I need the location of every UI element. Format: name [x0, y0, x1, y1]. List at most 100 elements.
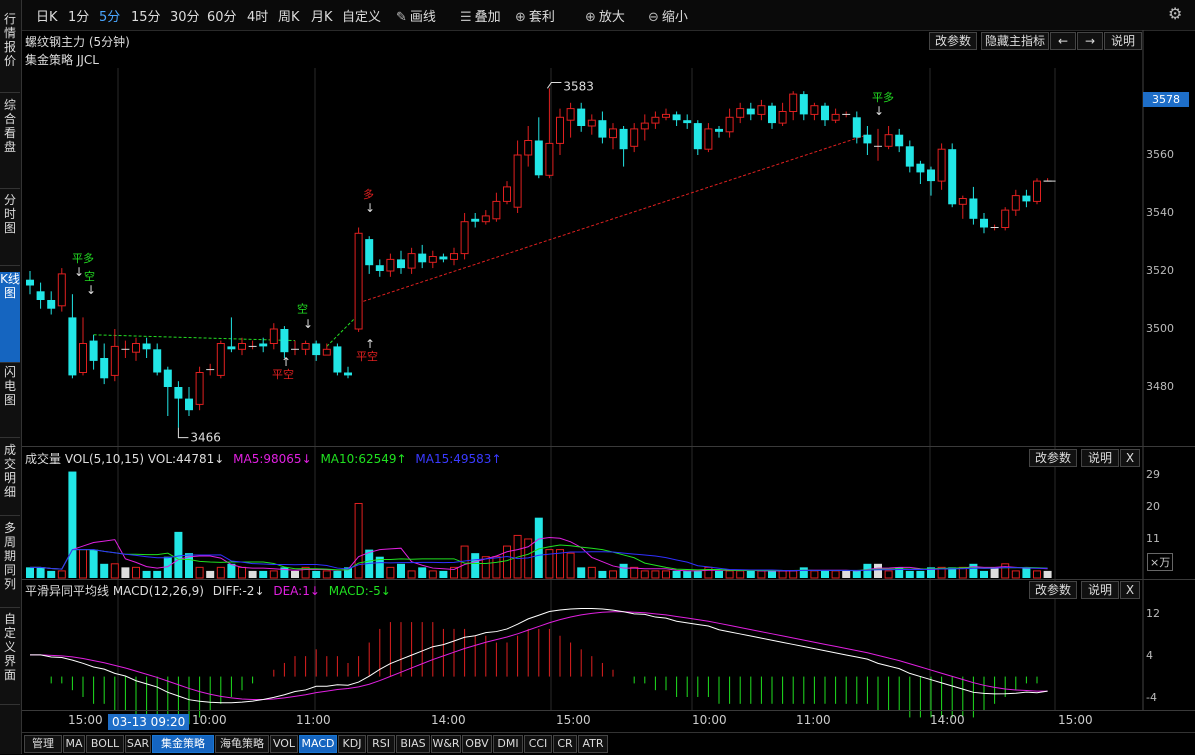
volume-bar	[821, 570, 829, 578]
volume-bar	[26, 567, 34, 578]
indicator-tab-12[interactable]: OBV	[462, 735, 492, 753]
volume-bar	[990, 567, 999, 578]
candle-up	[725, 116, 734, 133]
signal-label: 平空	[356, 349, 378, 363]
candle-up	[460, 221, 469, 255]
price-tick: 3540	[1146, 206, 1174, 219]
volume-bar	[1001, 563, 1010, 579]
indicator-tab-13[interactable]: DMI	[493, 735, 523, 753]
close-icon[interactable]: X	[1120, 581, 1140, 599]
cursor-time: 03-13 09:20	[108, 714, 190, 730]
candle-down	[47, 300, 56, 309]
time-tick: 10:00	[692, 713, 727, 727]
volume-bar	[142, 570, 151, 578]
indicator-tab-14[interactable]: CCI	[524, 735, 552, 753]
indicator-tab-4[interactable]: 集金策略	[152, 735, 214, 753]
volume-bar	[1033, 570, 1041, 579]
candle-up	[450, 253, 458, 260]
volume-bar	[1043, 570, 1052, 578]
volume-bar	[407, 570, 416, 579]
candle-down	[746, 108, 755, 115]
indicator-tab-10[interactable]: BIAS	[396, 735, 430, 753]
candle-down	[344, 372, 352, 376]
volume-bar	[874, 563, 882, 578]
price-tick: 3560	[1146, 148, 1174, 161]
candle-up	[789, 93, 798, 112]
volume-bar	[609, 570, 617, 579]
signal-arrow: ↓	[74, 265, 84, 279]
volume-bar	[757, 570, 766, 579]
candle-up	[132, 343, 140, 353]
volume-bar	[195, 566, 204, 579]
candle-up	[195, 372, 204, 405]
candle-up	[1033, 180, 1041, 202]
chart-area[interactable]: 35833466平多↓ 空↓空↓↑平空多↓↑平空平多↓	[0, 0, 1195, 754]
candle-up	[269, 328, 278, 344]
candle-up	[513, 154, 522, 208]
change-params-button[interactable]: 改参数	[1029, 449, 1077, 467]
indicator-tab-11[interactable]: W&R	[431, 735, 461, 753]
indicator-tab-8[interactable]: KDJ	[338, 735, 366, 753]
candle-up	[609, 128, 617, 139]
divider	[22, 710, 1195, 711]
indicator-tab-3[interactable]: SAR	[125, 735, 151, 753]
candle-up	[662, 113, 670, 118]
macd-value: MACD:-5↓	[328, 584, 391, 598]
candle-up	[79, 343, 87, 373]
candle-up	[216, 343, 225, 376]
candle-up	[354, 232, 363, 330]
time-tick: 14:00	[431, 713, 466, 727]
indicator-tab-6[interactable]: VOL	[270, 735, 298, 753]
candle-up	[322, 348, 331, 356]
change-params-button[interactable]: 改参数	[1029, 581, 1077, 599]
indicator-tab-5[interactable]: 海龟策略	[215, 735, 269, 753]
candle-down	[365, 239, 374, 266]
indicator-tab-0[interactable]: 管理	[24, 735, 62, 753]
indicator-tab-7[interactable]: MACD	[299, 735, 337, 753]
candle-down	[312, 343, 321, 356]
time-tick: 15:00	[68, 713, 103, 727]
volume-bar	[89, 549, 98, 578]
candle-up	[651, 116, 660, 124]
candle-down	[598, 120, 607, 138]
candle-up	[704, 128, 713, 150]
candle-up	[810, 105, 819, 115]
volume-bar	[269, 570, 278, 579]
trade-signal: 空↓	[296, 302, 314, 331]
volume-bar	[333, 570, 342, 578]
volume-unit: ×万	[1147, 553, 1174, 571]
volume-bar	[492, 556, 501, 579]
candle-up	[884, 134, 893, 147]
volume-bar	[672, 570, 681, 578]
close-icon[interactable]: X	[1120, 449, 1140, 467]
strategy-line-short2	[326, 314, 359, 347]
candle-down	[418, 253, 427, 263]
candle-down	[89, 340, 98, 361]
volume-bar	[439, 570, 448, 578]
candle-down	[948, 149, 957, 205]
volume-bar	[693, 570, 702, 578]
volume-ma10: MA10:62549↑	[320, 452, 407, 466]
candle-down	[534, 140, 543, 176]
signal-label: 平空	[272, 367, 294, 381]
signal-label: 平多	[72, 251, 94, 265]
volume-bar	[57, 570, 66, 579]
help-button[interactable]: 说明	[1081, 581, 1119, 599]
indicator-tab-15[interactable]: CR	[553, 735, 577, 753]
signal-arrow: ↑	[365, 337, 375, 351]
candle-up	[428, 256, 437, 263]
candle-up	[566, 108, 575, 121]
indicator-tab-16[interactable]: ATR	[578, 735, 608, 753]
candle-down	[969, 198, 978, 219]
candle-down	[927, 169, 935, 182]
indicator-tab-2[interactable]: BOLL	[86, 735, 124, 753]
volume-bar	[47, 570, 56, 578]
time-tick: 11:00	[296, 713, 331, 727]
indicator-tab-1[interactable]: MA	[63, 735, 85, 753]
indicator-tab-9[interactable]: RSI	[367, 735, 395, 753]
volume-bar	[132, 566, 140, 579]
candle-up	[630, 128, 639, 147]
candle-down	[280, 329, 289, 353]
help-button[interactable]: 说明	[1081, 449, 1119, 467]
candle-down	[1022, 195, 1031, 202]
